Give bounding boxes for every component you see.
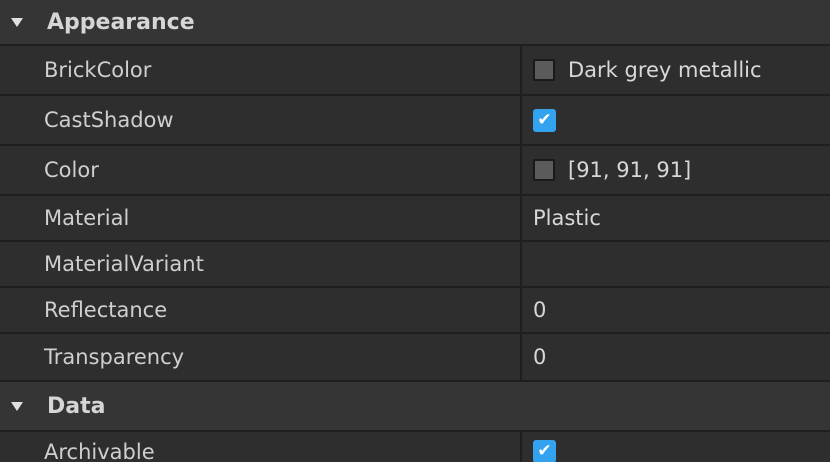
property-row-archivable[interactable]: Archivable ✔	[0, 432, 830, 462]
section-title: Data	[47, 393, 106, 419]
property-row-brickcolor[interactable]: BrickColor Dark grey metallic	[0, 46, 830, 96]
property-value-color[interactable]: [91, 91, 91]	[522, 146, 830, 194]
property-value-castshadow[interactable]: ✔	[522, 96, 830, 144]
property-value-reflectance[interactable]: 0	[522, 288, 830, 332]
property-value-archivable[interactable]: ✔	[522, 432, 830, 462]
property-value-text: 0	[533, 298, 547, 322]
property-name: Color	[0, 146, 522, 194]
property-value-text: Plastic	[533, 206, 601, 230]
property-value-materialvariant[interactable]	[522, 242, 830, 286]
property-row-materialvariant[interactable]: MaterialVariant	[0, 242, 830, 288]
archivable-checkbox[interactable]: ✔	[533, 440, 556, 462]
checkmark-icon: ✔	[537, 441, 552, 461]
property-name: CastShadow	[0, 96, 522, 144]
section-header-appearance[interactable]: Appearance	[0, 0, 830, 46]
property-name: Transparency	[0, 334, 522, 380]
section-title: Appearance	[47, 9, 195, 35]
caret-down-icon[interactable]	[11, 401, 23, 411]
property-row-transparency[interactable]: Transparency 0	[0, 334, 830, 380]
property-value-transparency[interactable]: 0	[522, 334, 830, 380]
property-value-material[interactable]: Plastic	[522, 196, 830, 240]
properties-panel: Appearance BrickColor Dark grey metallic…	[0, 0, 830, 462]
property-value-text: Dark grey metallic	[568, 58, 762, 82]
property-value-text: 0	[533, 345, 547, 369]
property-name: Material	[0, 196, 522, 240]
checkmark-icon: ✔	[537, 109, 552, 130]
color-swatch-icon[interactable]	[533, 59, 555, 81]
property-row-material[interactable]: Material Plastic	[0, 196, 830, 242]
color-swatch-icon[interactable]	[533, 159, 555, 181]
property-row-reflectance[interactable]: Reflectance 0	[0, 288, 830, 334]
property-value-text: [91, 91, 91]	[568, 158, 692, 182]
section-header-data[interactable]: Data	[0, 380, 830, 432]
property-name: MaterialVariant	[0, 242, 522, 286]
property-name: Reflectance	[0, 288, 522, 332]
property-row-color[interactable]: Color [91, 91, 91]	[0, 146, 830, 196]
property-name: BrickColor	[0, 46, 522, 94]
property-row-castshadow[interactable]: CastShadow ✔	[0, 96, 830, 146]
caret-down-icon[interactable]	[11, 17, 23, 27]
property-value-brickcolor[interactable]: Dark grey metallic	[522, 46, 830, 94]
castshadow-checkbox[interactable]: ✔	[533, 108, 556, 132]
property-name: Archivable	[0, 432, 522, 462]
